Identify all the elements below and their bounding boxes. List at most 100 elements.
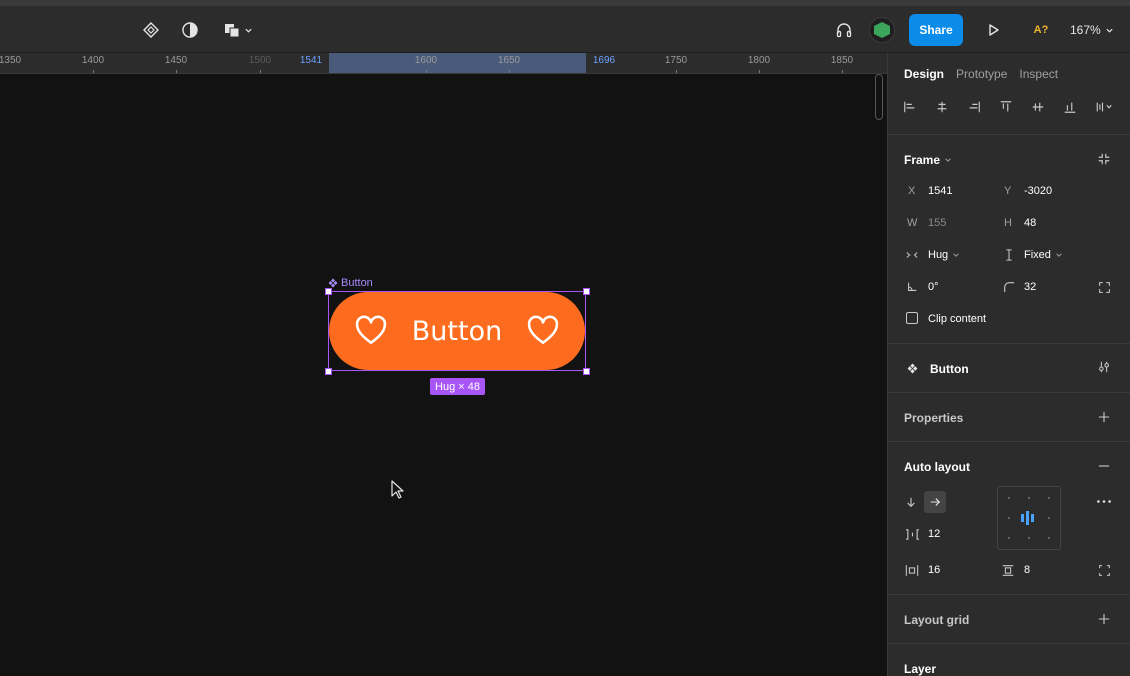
- resize-to-fit-icon[interactable]: [1096, 151, 1112, 167]
- w-label: W: [907, 217, 918, 229]
- toolbar: Share A? 167%: [0, 0, 1130, 53]
- clip-content-checkbox[interactable]: [906, 312, 918, 324]
- vertical-padding-input[interactable]: 8: [1024, 564, 1030, 576]
- ai-badge[interactable]: A?: [1030, 19, 1052, 41]
- mouse-cursor-icon: [391, 480, 404, 499]
- component-icon: [328, 278, 338, 288]
- zoom-dropdown[interactable]: 167%: [1070, 19, 1120, 41]
- align-vertical-center-icon[interactable]: [1028, 97, 1048, 117]
- auto-layout-title: Auto layout: [904, 460, 970, 474]
- contrast-mode-icon[interactable]: [176, 16, 204, 44]
- horizontal-padding-input[interactable]: 16: [928, 564, 940, 576]
- more-options-icon[interactable]: [1094, 493, 1114, 509]
- rotation-input[interactable]: 0°: [928, 281, 939, 293]
- frame-label[interactable]: Button: [328, 277, 373, 289]
- distribute-menu-icon[interactable]: [1092, 97, 1120, 117]
- height-mode-dropdown[interactable]: Fixed: [1024, 249, 1063, 261]
- arrow-down-icon: [907, 497, 915, 508]
- boolean-ops-dropdown[interactable]: [218, 16, 258, 44]
- selection-box: [328, 291, 586, 371]
- chevron-down-icon: [945, 158, 951, 162]
- align-top-icon[interactable]: [996, 97, 1016, 117]
- avatar-icon: [874, 22, 890, 38]
- tab-design[interactable]: Design: [904, 67, 944, 81]
- chevron-down-icon: [1106, 28, 1113, 33]
- gap-spacing-icon: [904, 527, 920, 541]
- align-right-icon[interactable]: [964, 97, 984, 117]
- ruler-tick: 1850: [830, 55, 854, 66]
- width-mode-dropdown[interactable]: Hug: [928, 249, 960, 261]
- hug-width-icon: [905, 248, 919, 262]
- direction-horizontal-button[interactable]: [924, 491, 946, 513]
- share-button[interactable]: Share: [909, 14, 963, 46]
- direction-vertical-button[interactable]: [900, 491, 922, 513]
- resize-handle-top-right[interactable]: [583, 288, 590, 295]
- align-left-icon[interactable]: [900, 97, 920, 117]
- horizontal-ruler: 1350 1400 1450 1500 1541 1600 1650 1696 …: [0, 53, 887, 74]
- h-input[interactable]: 48: [1024, 217, 1036, 229]
- independent-corners-icon[interactable]: [1096, 279, 1112, 295]
- component-icon: [905, 361, 919, 375]
- resize-handle-bottom-left[interactable]: [325, 368, 332, 375]
- canvas[interactable]: [0, 74, 887, 676]
- ruler-tick: 1750: [664, 55, 688, 66]
- arrow-right-icon: [930, 498, 941, 506]
- alignment-grid[interactable]: [997, 486, 1061, 550]
- corner-radius-icon: [1002, 280, 1016, 294]
- height-mode-value: Fixed: [1024, 249, 1051, 261]
- ruler-tick-selection-start: 1541: [299, 55, 323, 66]
- individual-padding-icon[interactable]: [1096, 562, 1112, 578]
- headphones-icon[interactable]: [830, 16, 858, 44]
- align-bottom-icon[interactable]: [1060, 97, 1080, 117]
- divider: [888, 594, 1130, 595]
- ruler-tick-selection-end: 1696: [592, 55, 616, 66]
- component-tool-icon[interactable]: [137, 16, 165, 44]
- ruler-tick: 1500: [248, 55, 272, 66]
- frame-label-text: Button: [341, 277, 373, 289]
- component-settings-icon[interactable]: [1096, 359, 1112, 375]
- ruler-tick: 1800: [747, 55, 771, 66]
- chevron-down-icon: [1056, 253, 1062, 257]
- ruler-tick: 1650: [497, 55, 521, 66]
- remove-auto-layout-minus-icon[interactable]: [1096, 458, 1112, 474]
- vertical-padding-icon: [1000, 563, 1016, 577]
- y-label: Y: [1004, 185, 1012, 197]
- boolean-icon: [225, 24, 240, 38]
- divider: [888, 643, 1130, 644]
- rotation-icon: [905, 280, 919, 294]
- frame-title: Frame: [904, 153, 941, 167]
- horizontal-padding-icon: [904, 563, 920, 577]
- present-play-icon[interactable]: [979, 16, 1007, 44]
- corner-radius-input[interactable]: 32: [1024, 281, 1036, 293]
- ruler-tick: 1400: [81, 55, 105, 66]
- add-layout-grid-plus-icon[interactable]: [1096, 611, 1112, 627]
- tab-inspect[interactable]: Inspect: [1019, 67, 1058, 81]
- vertical-scrollbar[interactable]: [875, 74, 883, 120]
- width-mode-value: Hug: [928, 249, 949, 261]
- ruler-tick: 1450: [164, 55, 188, 66]
- divider: [888, 343, 1130, 344]
- ruler-selection-highlight: [329, 53, 586, 73]
- resize-handle-top-left[interactable]: [325, 288, 332, 295]
- y-input[interactable]: -3020: [1024, 185, 1052, 197]
- alignment-center-indicator: [1021, 511, 1034, 525]
- component-name[interactable]: Button: [930, 362, 969, 376]
- h-label: H: [1004, 217, 1012, 229]
- avatar[interactable]: [869, 17, 895, 43]
- add-property-plus-icon[interactable]: [1096, 409, 1112, 425]
- clip-content-label: Clip content: [928, 313, 987, 325]
- fixed-height-icon: [1002, 248, 1016, 262]
- x-input[interactable]: 1541: [928, 185, 952, 197]
- gap-input[interactable]: 12: [928, 528, 940, 540]
- chevron-down-icon: [953, 253, 959, 257]
- w-input[interactable]: 155: [928, 217, 946, 229]
- align-horizontal-center-icon[interactable]: [932, 97, 952, 117]
- resize-handle-bottom-right[interactable]: [583, 368, 590, 375]
- divider: [888, 392, 1130, 393]
- layer-title: Layer: [904, 662, 937, 676]
- chevron-down-icon: [245, 28, 252, 33]
- ruler-tick: 1350: [0, 55, 22, 66]
- frame-section-title[interactable]: Frame: [904, 153, 952, 167]
- tab-prototype[interactable]: Prototype: [956, 67, 1007, 81]
- alignment-toolbar: [900, 97, 1120, 117]
